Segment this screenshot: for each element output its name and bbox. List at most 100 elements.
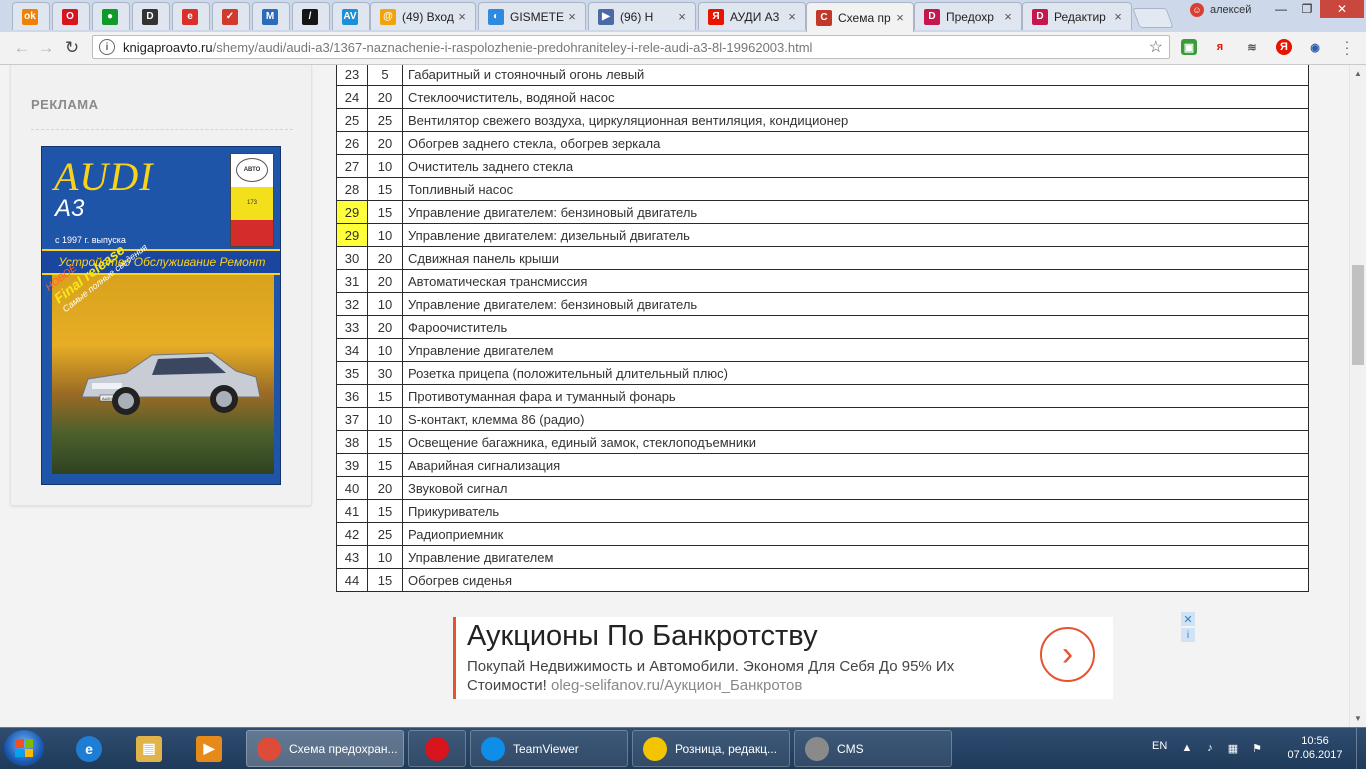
browser-tab[interactable]: ▶ (96) Н × [588, 2, 696, 30]
table-row: 29 10 Управление двигателем: дизельный дви… [336, 223, 1309, 247]
table-row: 24 20 Стеклоочиститель, водяной насос [336, 85, 1309, 109]
pinned-ie[interactable]: e [62, 731, 116, 766]
browser-tab[interactable]: D Редактир × [1022, 2, 1132, 30]
tab-close-icon[interactable]: × [454, 9, 470, 24]
fuse-amperage: 15 [367, 384, 403, 408]
new-tab-button[interactable] [1132, 8, 1174, 28]
fuse-number: 31 [336, 269, 368, 293]
sidebar-ad-widget: РЕКЛАМА AUDI A3 с 1997 г. выпуска АВТО 1… [10, 65, 312, 506]
browser-tab[interactable]: ok [12, 2, 50, 30]
taskbar-button[interactable] [408, 730, 466, 767]
windows-logo-icon [15, 739, 33, 757]
extension-list-icon[interactable]: ≋ [1244, 39, 1260, 55]
browser-tab[interactable]: D [132, 2, 170, 30]
tab-title: (96) Н [620, 9, 654, 24]
taskbar-button[interactable]: Розница, редакц... [632, 730, 790, 767]
action-center-icon[interactable]: ⚑ [1250, 741, 1264, 755]
tab-close-icon[interactable]: × [1000, 9, 1016, 24]
book-photo: НОВОЕ Final release Самые полные сведени… [44, 241, 274, 474]
ad-title[interactable]: Аукционы По Банкротству [467, 620, 818, 653]
yandex-icon[interactable]: Я [1276, 39, 1292, 55]
bankruptcy-ad[interactable]: Аукционы По Банкротству Покупай Недвижим… [453, 617, 1113, 699]
taskbar-button[interactable]: Схема предохран... [246, 730, 404, 767]
address-bar[interactable]: i knigaproavto.ru/shemy/audi/audi-a3/136… [92, 35, 1170, 59]
info-icon[interactable]: i [99, 39, 115, 55]
browser-tab[interactable]: @ (49) Входя× [370, 2, 476, 30]
taskbar-label: TeamViewer [513, 741, 579, 756]
drive-d-icon: D [1032, 8, 1048, 25]
fuse-description: S-контакт, клемма 86 (радио) [402, 407, 1309, 431]
table-row: 43 10 Управление двигателем [336, 545, 1309, 569]
browser-tab[interactable]: O [52, 2, 90, 30]
taskbar-button[interactable]: CMS [794, 730, 952, 767]
tab-title: (49) Входя [402, 9, 454, 24]
yandex-icon: Я [708, 8, 724, 25]
table-row: 31 20 Автоматическая трансмиссия [336, 269, 1309, 293]
browser-tab[interactable]: e [172, 2, 210, 30]
book-cover-ad[interactable]: AUDI A3 с 1997 г. выпуска АВТО 173 Устро… [41, 146, 281, 485]
volume-icon[interactable]: ♪ [1203, 741, 1217, 755]
show-desktop-button[interactable] [1356, 728, 1366, 769]
browser-tab[interactable]: ● [92, 2, 130, 30]
fuse-table: 23 5 Габаритный и стояночный огонь левый 24… [336, 65, 1309, 592]
fuse-description: Радиоприемник [402, 522, 1309, 546]
drive2-icon: / [302, 8, 318, 25]
fuse-amperage: 5 [367, 65, 403, 86]
fuse-amperage: 25 [367, 108, 403, 132]
extension-cube-icon[interactable]: ▣ [1181, 39, 1197, 55]
browser-tab[interactable]: AV [332, 2, 370, 30]
scroll-up-icon[interactable]: ▲ [1353, 69, 1363, 78]
tab-close-icon[interactable]: × [892, 10, 908, 25]
pinned-media[interactable]: ▶ [182, 731, 236, 766]
fuse-number: 34 [336, 338, 368, 362]
taskbar-button[interactable]: TeamViewer [470, 730, 628, 767]
drive-d-icon: D [924, 8, 940, 25]
restore-button[interactable]: ❐ [1294, 0, 1320, 18]
browser-tab[interactable]: / [292, 2, 330, 30]
pinned-explorer[interactable]: ▤ [122, 731, 176, 766]
fuse-amperage: 20 [367, 85, 403, 109]
table-row: 27 10 Очиститель заднего стекла [336, 154, 1309, 178]
table-row: 35 30 Розетка прицепа (положительный длите… [336, 361, 1309, 385]
taskbar-label: Схема предохран... [289, 741, 398, 756]
minimize-button[interactable]: — [1268, 0, 1294, 18]
tab-close-icon[interactable]: × [1110, 9, 1126, 24]
language-indicator[interactable]: EN [1152, 740, 1167, 752]
ad-arrow-icon[interactable]: › [1040, 627, 1095, 682]
tab-close-icon[interactable]: × [674, 9, 690, 24]
tab-close-icon[interactable]: × [784, 9, 800, 24]
browser-tab[interactable]: D Предохр × [914, 2, 1022, 30]
ad-info-icon[interactable]: i [1181, 628, 1195, 642]
ad-domain[interactable]: oleg-selifanov.ru/Аукцион_Банкротов [551, 677, 802, 694]
browser-tab[interactable]: C Схема пр × [806, 2, 914, 32]
back-button[interactable]: ← [12, 38, 32, 58]
browser-tab[interactable]: M [252, 2, 290, 30]
tab-close-icon[interactable]: × [564, 9, 580, 24]
forward-button[interactable]: → [36, 38, 56, 58]
reload-button[interactable]: ↻ [62, 38, 82, 58]
browser-tab[interactable]: ✓ [212, 2, 250, 30]
start-button[interactable] [4, 730, 44, 766]
bookmark-star-icon[interactable]: ☆ [1149, 37, 1163, 57]
fuse-description: Управление двигателем: бензиновый двигат… [402, 200, 1309, 224]
browser-tab[interactable]: Я АУДИ А3 × [698, 2, 806, 30]
profile-button[interactable]: ☺ алексей [1190, 2, 1251, 18]
extension-car-icon[interactable]: ◉ [1307, 39, 1323, 55]
vertical-scrollbar[interactable]: ▲ ▼ [1349, 65, 1366, 727]
tray-expand-icon[interactable]: ▲ [1180, 741, 1194, 755]
browser-tab[interactable]: ◐ GISMETEO× [478, 2, 586, 30]
scroll-down-icon[interactable]: ▼ [1353, 714, 1363, 723]
network-icon[interactable]: ▦ [1226, 741, 1240, 755]
close-window-button[interactable]: ✕ [1320, 0, 1364, 18]
clock[interactable]: 10:56 07.06.2017 [1280, 734, 1350, 762]
fuse-number: 23 [336, 65, 368, 86]
yandex-bar-icon[interactable]: я [1212, 39, 1228, 55]
browser-menu-icon[interactable]: · · · [1343, 34, 1351, 60]
fuse-description: Розетка прицепа (положительный длительны… [402, 361, 1309, 385]
ad-close-icon[interactable]: ✕ [1181, 612, 1195, 626]
scroll-thumb[interactable] [1352, 265, 1364, 365]
fuse-amperage: 15 [367, 453, 403, 477]
fuse-number: 29 [336, 223, 368, 247]
mail-icon: @ [380, 8, 396, 25]
table-row: 34 10 Управление двигателем [336, 338, 1309, 362]
